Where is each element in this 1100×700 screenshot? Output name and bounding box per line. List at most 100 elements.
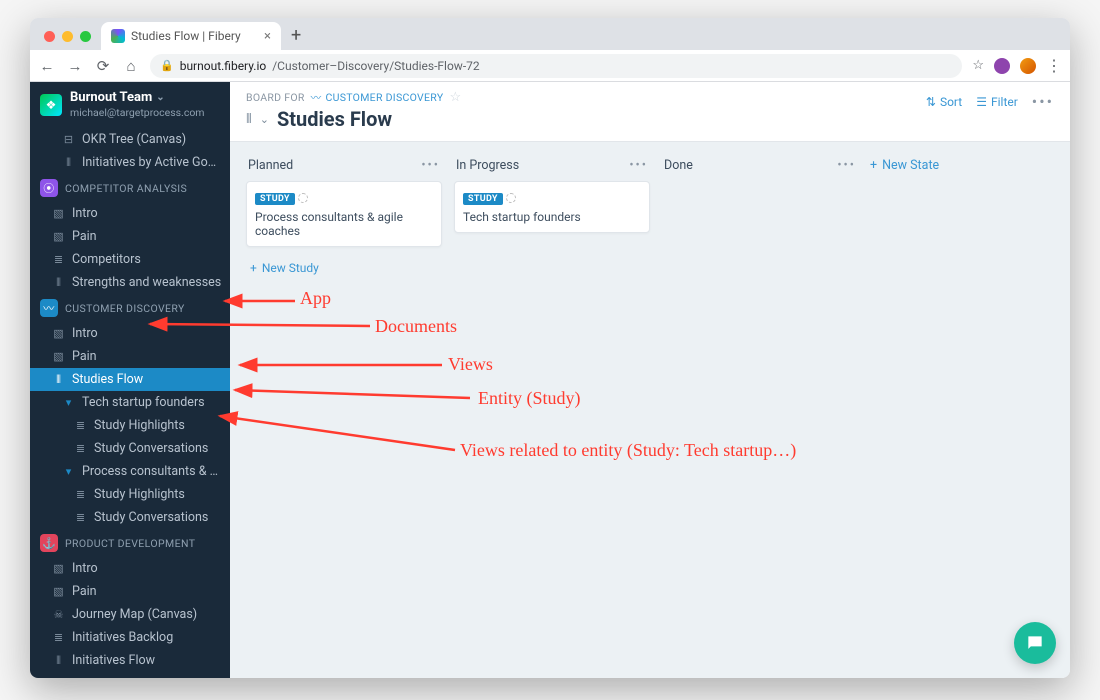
- doc-icon: ▧: [52, 350, 65, 363]
- sidebar: ❖ Burnout Team ⌄ michael@targetprocess.c…: [30, 82, 230, 678]
- bookmark-icon[interactable]: ☆: [972, 58, 984, 73]
- forward-button[interactable]: →: [66, 57, 84, 75]
- extension-icon[interactable]: [994, 58, 1010, 74]
- sidebar-item[interactable]: ☠Journey Map (Canvas): [30, 603, 230, 626]
- sidebar-item[interactable]: ⊟OKR Tree (Canvas): [30, 128, 230, 151]
- sidebar-item[interactable]: ≣Study Conversations: [30, 506, 230, 529]
- browser-tab[interactable]: Studies Flow | Fibery ×: [101, 22, 281, 50]
- filter-button[interactable]: ☰Filter: [976, 95, 1018, 109]
- more-menu-icon[interactable]: •••: [1032, 92, 1054, 111]
- sidebar-item[interactable]: ⦀Initiatives by Active Goals: [30, 151, 230, 174]
- sidebar-item[interactable]: ▧Pain: [30, 225, 230, 248]
- sidebar-item[interactable]: ▧Intro: [30, 557, 230, 580]
- section-badge-icon: ⚓: [40, 534, 58, 552]
- board-icon: ⦀: [52, 276, 65, 290]
- chevron-down-icon[interactable]: ⌄: [260, 113, 269, 126]
- column-menu-icon[interactable]: •••: [629, 158, 648, 173]
- tab-title: Studies Flow | Fibery: [131, 29, 241, 43]
- workspace-name: Burnout Team: [70, 90, 152, 105]
- sidebar-section-product-dev[interactable]: ⚓ PRODUCT DEVELOPMENT: [30, 529, 230, 557]
- board-icon: ⦀: [246, 112, 252, 127]
- sidebar-item[interactable]: ▧Intro: [30, 322, 230, 345]
- home-button[interactable]: ⌂: [122, 57, 140, 75]
- favicon-icon: [111, 29, 125, 43]
- section-badge-icon: 〰: [40, 299, 58, 317]
- chat-icon: [1025, 633, 1045, 653]
- url-path: /Customer–Discovery/Studies-Flow-72: [272, 59, 479, 73]
- favorite-icon[interactable]: ☆: [449, 90, 461, 105]
- loading-icon: [298, 193, 308, 203]
- close-tab-icon[interactable]: ×: [264, 29, 271, 44]
- wave-icon: 〰: [311, 90, 322, 105]
- sidebar-item[interactable]: ▧Pain: [30, 345, 230, 368]
- chat-widget[interactable]: [1014, 622, 1056, 664]
- sidebar-item[interactable]: ≣Study Highlights: [30, 483, 230, 506]
- doc-icon: ▧: [52, 585, 65, 598]
- sidebar-item[interactable]: ▧Pain: [30, 580, 230, 603]
- reload-button[interactable]: ⟳: [94, 57, 112, 75]
- annotation-label: Views: [448, 354, 493, 375]
- main-content: BOARD FOR 〰 CUSTOMER DISCOVERY ☆ ⦀ ⌄ Stu…: [230, 82, 1070, 678]
- column-header: Done •••: [662, 154, 858, 181]
- sidebar-item[interactable]: ≣Competitors: [30, 248, 230, 271]
- sidebar-section-customer-discovery[interactable]: 〰 CUSTOMER DISCOVERY: [30, 294, 230, 322]
- sidebar-section-competitor[interactable]: ⦿ COMPETITOR ANALYSIS: [30, 174, 230, 202]
- caret-down-icon: ▾: [62, 396, 75, 409]
- workspace-switcher[interactable]: ❖ Burnout Team ⌄ michael@targetprocess.c…: [30, 82, 230, 128]
- sidebar-item[interactable]: ⦀Initiatives Flow: [30, 649, 230, 672]
- list-icon: ≣: [52, 253, 65, 266]
- new-state-button[interactable]: +New State: [870, 154, 939, 173]
- annotation-label: Entity (Study): [478, 388, 581, 409]
- board-view: Planned ••• STUDY Process consultants & …: [230, 142, 1070, 678]
- url-host: burnout.fibery.io: [180, 59, 267, 73]
- menu-icon[interactable]: ⋮: [1046, 56, 1062, 75]
- entity-badge: STUDY: [463, 193, 503, 205]
- maximize-window-icon[interactable]: [80, 31, 91, 42]
- sidebar-item[interactable]: ⦀Strengths and weaknesses: [30, 271, 230, 294]
- browser-extensions: ☆ ⋮: [972, 56, 1062, 75]
- column-menu-icon[interactable]: •••: [837, 158, 856, 173]
- loading-icon: [506, 193, 516, 203]
- annotation-label: Documents: [375, 316, 457, 337]
- new-tab-button[interactable]: +: [281, 25, 311, 50]
- breadcrumb-link[interactable]: 〰 CUSTOMER DISCOVERY: [311, 90, 444, 105]
- window-controls[interactable]: [38, 31, 101, 50]
- doc-icon: ▧: [52, 327, 65, 340]
- address-bar[interactable]: 🔒 burnout.fibery.io /Customer–Discovery/…: [150, 54, 962, 78]
- list-icon: ≣: [74, 511, 87, 524]
- column-header: Planned •••: [246, 154, 442, 181]
- close-window-icon[interactable]: [44, 31, 55, 42]
- sort-button[interactable]: ⇅Sort: [926, 95, 962, 109]
- back-button[interactable]: ←: [38, 57, 56, 75]
- card-title: Process consultants & agile coaches: [255, 210, 433, 238]
- profile-avatar[interactable]: [1020, 58, 1036, 74]
- sidebar-item[interactable]: ▧Intro: [30, 202, 230, 225]
- lock-icon: 🔒: [160, 59, 174, 72]
- annotation-label: Views related to entity (Study: Tech sta…: [460, 440, 796, 461]
- board-card[interactable]: STUDY Tech startup founders: [454, 181, 650, 233]
- column-menu-icon[interactable]: •••: [421, 158, 440, 173]
- minimize-window-icon[interactable]: [62, 31, 73, 42]
- sidebar-item[interactable]: ≣Study Conversations: [30, 437, 230, 460]
- workspace-email: michael@targetprocess.com: [70, 106, 205, 119]
- list-icon: ≣: [74, 442, 87, 455]
- caret-down-icon: ▾: [62, 465, 75, 478]
- page-title: Studies Flow: [277, 107, 392, 131]
- board-icon: ⦀: [62, 156, 75, 170]
- sidebar-entity[interactable]: ▾Tech startup founders: [30, 391, 230, 414]
- sidebar-item[interactable]: ≣Study Highlights: [30, 414, 230, 437]
- board-card[interactable]: STUDY Process consultants & agile coache…: [246, 181, 442, 247]
- annotation-label: App: [300, 288, 331, 309]
- list-icon: ≣: [74, 488, 87, 501]
- plus-icon: +: [250, 261, 257, 275]
- sidebar-item-studies-flow[interactable]: ⦀Studies Flow: [30, 368, 230, 391]
- new-study-button[interactable]: +New Study: [246, 255, 442, 281]
- board-icon: ⦀: [52, 654, 65, 668]
- doc-icon: ▧: [52, 230, 65, 243]
- list-icon: ≣: [74, 419, 87, 432]
- board-column-done: Done •••: [662, 154, 858, 181]
- sidebar-item[interactable]: ≣Initiatives Backlog: [30, 626, 230, 649]
- board-column-in-progress: In Progress ••• STUDY Tech startup found…: [454, 154, 650, 241]
- sidebar-entity[interactable]: ▾Process consultants & agile c…: [30, 460, 230, 483]
- tree-icon: ⊟: [62, 133, 75, 146]
